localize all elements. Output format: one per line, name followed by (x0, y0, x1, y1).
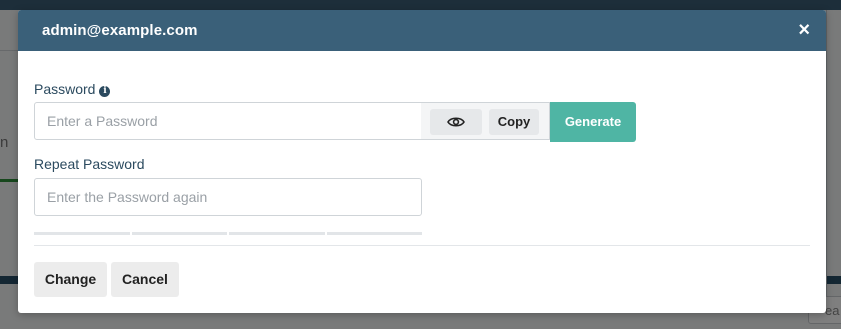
repeat-password-input[interactable] (34, 178, 422, 216)
password-label-text: Password (34, 81, 96, 97)
password-label: Password i (34, 81, 111, 97)
copy-button[interactable]: Copy (489, 109, 539, 135)
modal-header: admin@example.com × (18, 10, 826, 51)
strength-segment (229, 232, 325, 235)
strength-segment (131, 232, 227, 235)
change-button[interactable]: Change (34, 262, 107, 297)
cancel-button[interactable]: Cancel (111, 262, 179, 297)
change-password-modal: admin@example.com × Password i Copy Gener… (18, 10, 826, 313)
modal-title: admin@example.com (42, 22, 198, 39)
repeat-password-label: Repeat Password (34, 156, 145, 172)
close-icon[interactable]: × (798, 18, 810, 42)
password-input[interactable] (34, 102, 422, 140)
password-strength-meter (34, 232, 422, 235)
strength-segment (34, 232, 130, 235)
show-password-button[interactable] (430, 109, 482, 135)
strength-segment (326, 232, 422, 235)
footer-divider (34, 245, 810, 246)
eye-icon (447, 117, 465, 127)
info-icon[interactable]: i (99, 86, 111, 97)
password-addon-group: Copy (421, 102, 550, 140)
generate-button[interactable]: Generate (550, 102, 636, 142)
